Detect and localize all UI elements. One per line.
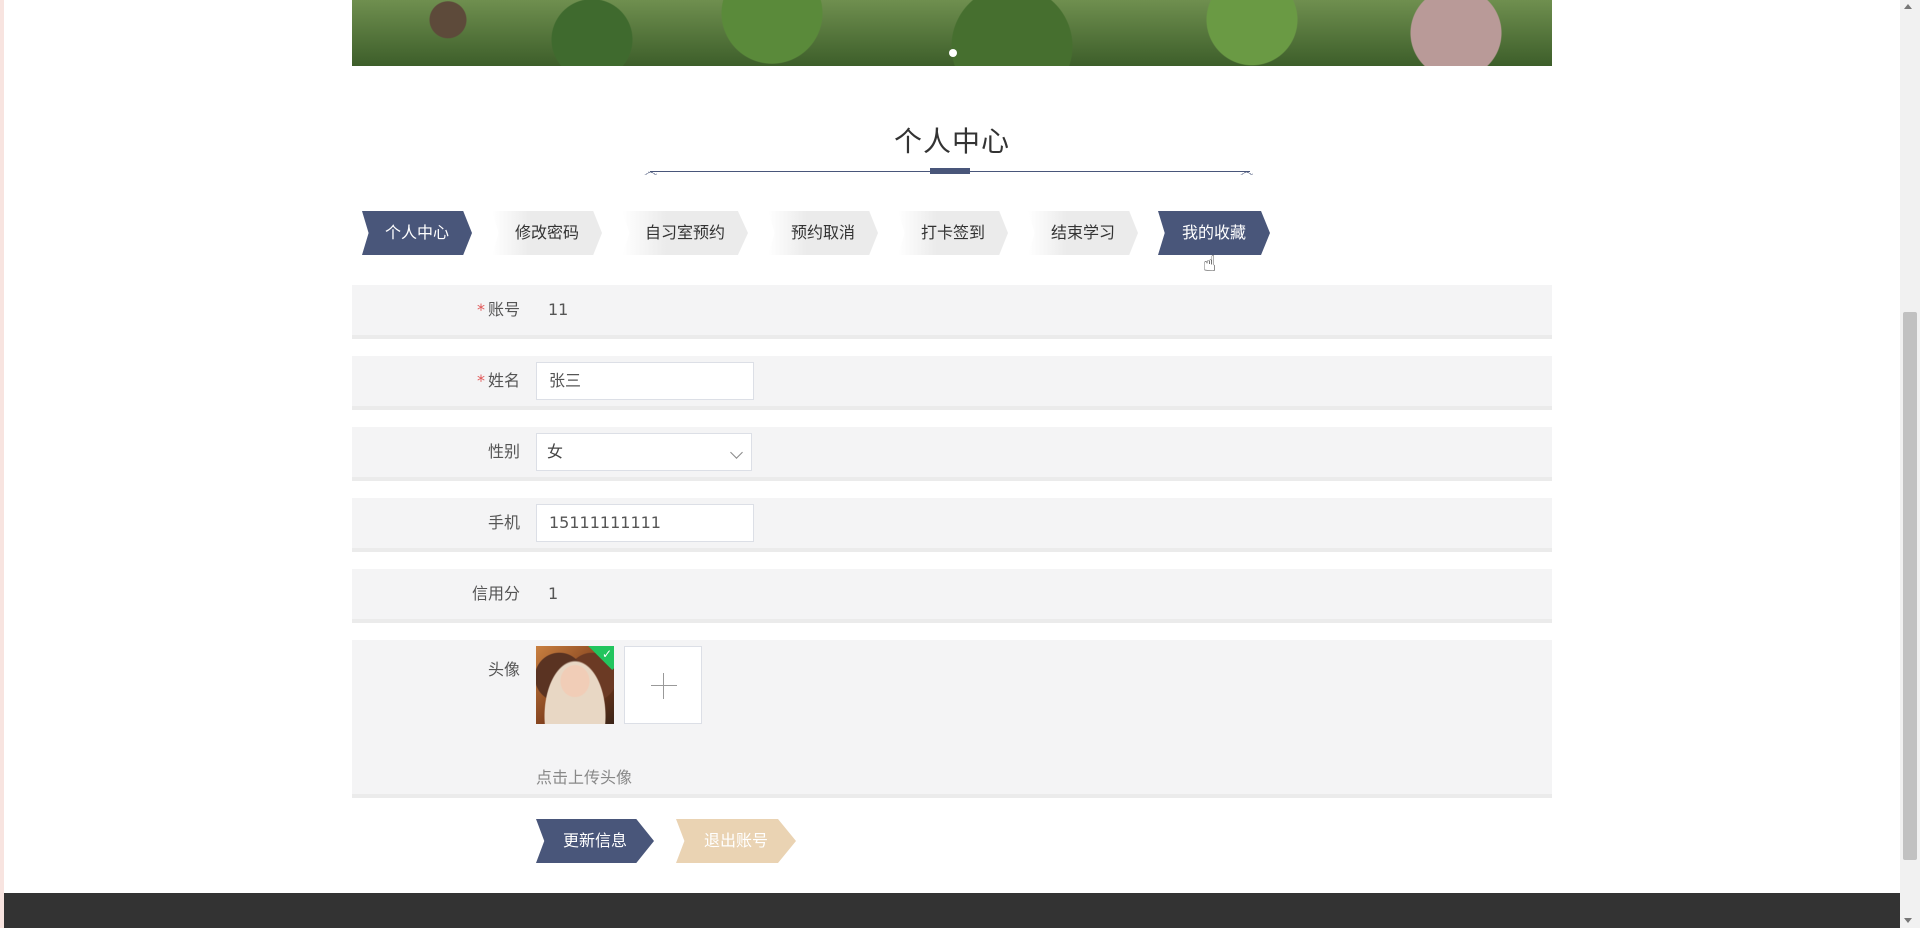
upload-avatar-hint: 点击上传头像 bbox=[536, 768, 633, 787]
form-row-credit: 信用分 1 bbox=[352, 569, 1552, 623]
gender-label: 性别 bbox=[487, 442, 520, 461]
tab-change-password[interactable]: 修改密码 bbox=[492, 211, 602, 255]
phone-input[interactable]: 15111111111 bbox=[536, 504, 754, 542]
account-label: * 账号 bbox=[476, 300, 520, 319]
required-mark: * bbox=[476, 300, 485, 319]
form-row-phone: 手机 15111111111 bbox=[352, 498, 1552, 552]
required-mark: * bbox=[476, 371, 485, 390]
gender-selected-value: 女 bbox=[547, 442, 564, 461]
phone-label: 手机 bbox=[487, 513, 520, 532]
avatar-label: 头像 bbox=[487, 660, 520, 679]
form-row-account: * 账号 11 bbox=[352, 285, 1552, 339]
page-footer bbox=[4, 893, 1900, 928]
account-value: 11 bbox=[548, 300, 569, 319]
scrollbar-thumb[interactable] bbox=[1903, 312, 1917, 860]
form-row-name: * 姓名 张三 bbox=[352, 356, 1552, 410]
tab-end-study[interactable]: 结束学习 bbox=[1028, 211, 1138, 255]
form-row-avatar: 头像 ✓ 点击上传头像 bbox=[352, 640, 1552, 798]
credit-label: 信用分 bbox=[471, 584, 520, 603]
name-label: * 姓名 bbox=[476, 371, 520, 390]
tab-personal-center[interactable]: 个人中心 bbox=[362, 211, 472, 255]
scroll-down-arrow-icon[interactable] bbox=[1904, 918, 1912, 923]
logout-button[interactable]: 退出账号 bbox=[676, 819, 796, 863]
plus-icon bbox=[651, 685, 677, 686]
title-divider-accent bbox=[930, 168, 970, 174]
form-row-gender: 性别 女 bbox=[352, 427, 1552, 481]
avatar-thumbnail[interactable]: ✓ bbox=[536, 646, 614, 724]
title-ornament-right: ෴ bbox=[1240, 164, 1254, 180]
hand-cursor-icon: ☝ bbox=[1203, 252, 1217, 277]
credit-value: 1 bbox=[548, 584, 559, 603]
tab-my-favorites[interactable]: 我的收藏 bbox=[1158, 211, 1270, 255]
check-icon: ✓ bbox=[601, 647, 612, 661]
page: 个人中心 ෴ ෴ 个人中心 修改密码 自习室预约 预约取消 打卡签到 结束学习 … bbox=[4, 0, 1900, 928]
plus-icon-vertical bbox=[663, 673, 664, 699]
gender-select[interactable]: 女 bbox=[536, 433, 752, 471]
tab-cancel-booking[interactable]: 预约取消 bbox=[768, 211, 878, 255]
update-info-button[interactable]: 更新信息 bbox=[536, 819, 654, 863]
tab-study-room-booking[interactable]: 自习室预约 bbox=[622, 211, 748, 255]
chevron-down-icon bbox=[730, 446, 743, 459]
banner-carousel[interactable] bbox=[352, 0, 1552, 66]
tab-check-in[interactable]: 打卡签到 bbox=[898, 211, 1008, 255]
section-title: 个人中心 bbox=[893, 125, 1010, 158]
name-input[interactable]: 张三 bbox=[536, 362, 754, 400]
scroll-up-arrow-icon[interactable] bbox=[1904, 4, 1912, 9]
upload-avatar-button[interactable] bbox=[624, 646, 702, 724]
title-ornament-left: ෴ bbox=[644, 164, 658, 180]
carousel-indicator-dot[interactable] bbox=[949, 49, 957, 57]
